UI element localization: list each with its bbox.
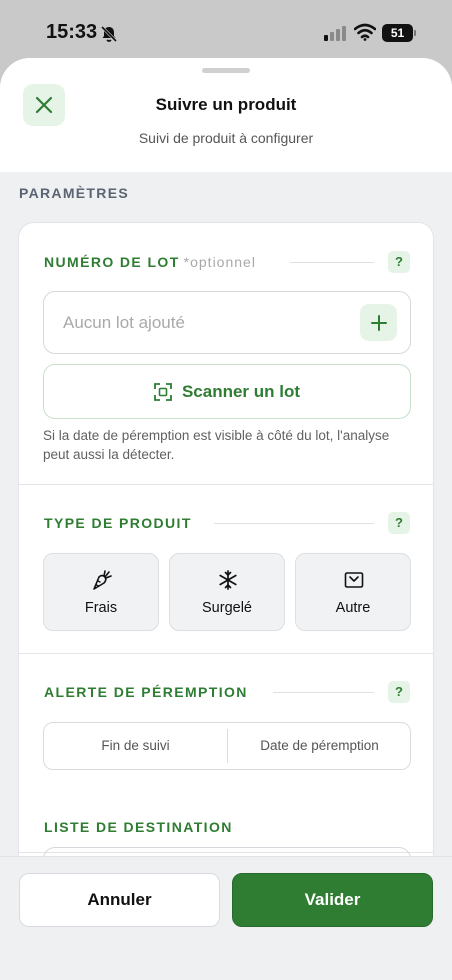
header-divider bbox=[290, 262, 374, 263]
wifi-icon bbox=[354, 23, 376, 41]
section-divider bbox=[19, 484, 433, 485]
sheet-header: Suivre un produit Suivi de produit à con… bbox=[0, 58, 452, 172]
destination-label: LISTE DE DESTINATION bbox=[44, 819, 233, 835]
sheet-grabber[interactable] bbox=[202, 68, 250, 73]
footer-actions: Annuler Valider bbox=[0, 856, 452, 980]
lot-hint: Si la date de péremption est visible à c… bbox=[43, 428, 390, 462]
product-type-other[interactable]: Autre bbox=[295, 553, 411, 631]
section-title-params: PARAMÈTRES bbox=[19, 185, 129, 201]
box-icon bbox=[344, 572, 364, 588]
lot-label: NUMÉRO DE LOT *optionnel bbox=[44, 254, 256, 270]
optional-tag: *optionnel bbox=[183, 254, 256, 270]
signal-icon bbox=[324, 26, 346, 41]
scan-lot-button[interactable]: Scanner un lot bbox=[43, 364, 411, 419]
sheet-title: Suivre un produit bbox=[155, 95, 297, 114]
lot-input-placeholder: Aucun lot ajouté bbox=[63, 313, 185, 332]
cancel-button[interactable]: Annuler bbox=[19, 873, 220, 927]
destination-header: LISTE DE DESTINATION bbox=[44, 816, 410, 840]
product-type-frozen[interactable]: Surgelé bbox=[169, 553, 285, 631]
battery-icon: 51 bbox=[382, 24, 416, 42]
expiry-alert-help-button[interactable]: ? bbox=[388, 681, 410, 703]
validate-button[interactable]: Valider bbox=[232, 873, 433, 927]
lot-help-button[interactable]: ? bbox=[388, 251, 410, 273]
add-lot-button[interactable] bbox=[360, 304, 397, 341]
expiry-alert-label: ALERTE DE PÉREMPTION bbox=[44, 684, 248, 700]
product-type-help-button[interactable]: ? bbox=[388, 512, 410, 534]
header-divider bbox=[214, 523, 374, 524]
status-bar: 15:33 51 bbox=[0, 0, 452, 66]
snowflake-icon bbox=[219, 570, 237, 590]
expiry-alert-header: ALERTE DE PÉREMPTION ? bbox=[44, 681, 410, 705]
product-type-other-label: Autre bbox=[335, 600, 371, 616]
expiry-option-end-of-tracking[interactable]: Fin de suivi bbox=[44, 723, 227, 769]
lot-group-header: NUMÉRO DE LOT *optionnel ? bbox=[44, 251, 410, 275]
scan-lot-label: Scanner un lot bbox=[181, 381, 301, 401]
status-time: 15:33 bbox=[46, 21, 98, 43]
sheet-subtitle: Suivi de produit à configurer bbox=[138, 130, 314, 146]
product-type-label: TYPE DE PRODUIT bbox=[44, 515, 192, 531]
product-type-header: TYPE DE PRODUIT ? bbox=[44, 512, 410, 536]
product-type-frozen-label: Surgelé bbox=[202, 600, 252, 616]
section-divider bbox=[19, 653, 433, 654]
header-divider bbox=[273, 692, 374, 693]
lot-input[interactable]: Aucun lot ajouté bbox=[43, 291, 411, 354]
product-type-options: Frais Surgelé Autre bbox=[43, 553, 411, 631]
product-type-fresh-label: Frais bbox=[84, 600, 118, 616]
product-type-fresh[interactable]: Frais bbox=[43, 553, 159, 631]
carrot-icon bbox=[93, 570, 112, 590]
expiry-option-expiry-date[interactable]: Date de péremption bbox=[228, 723, 411, 769]
scan-icon bbox=[154, 382, 172, 401]
plus-icon bbox=[370, 314, 387, 331]
bell-slash-icon bbox=[100, 25, 118, 43]
expiry-alert-segmented-control: Fin de suivi Date de péremption bbox=[43, 722, 411, 770]
params-card: NUMÉRO DE LOT *optionnel ? Aucun lot ajou… bbox=[18, 222, 434, 942]
bottom-sheet: Suivre un produit Suivi de produit à con… bbox=[0, 58, 452, 980]
